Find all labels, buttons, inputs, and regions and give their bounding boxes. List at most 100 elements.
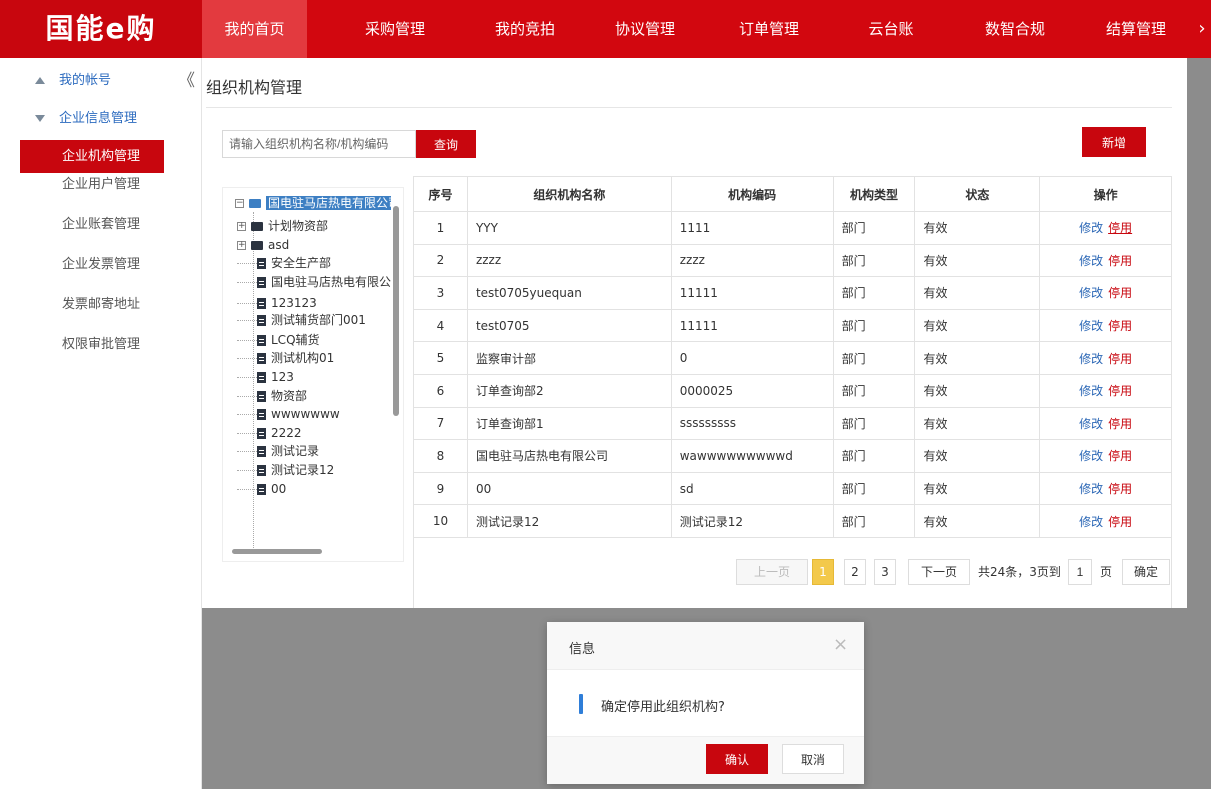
- brand-logo[interactable]: 国能e购: [0, 0, 202, 58]
- sidebar-item-invoices[interactable]: 企业发票管理: [20, 248, 164, 281]
- cell-org-code: sd: [670, 471, 834, 506]
- sidebar-item-users[interactable]: 企业用户管理: [20, 168, 164, 201]
- nav-auction[interactable]: 我的竞拍: [470, 0, 580, 58]
- tree-horizontal-scroll-thumb[interactable]: [232, 549, 322, 554]
- tree-node[interactable]: 物资部: [237, 387, 307, 405]
- table-row: 10 测试记录12 测试记录12 部门 有效 修改 停用: [413, 504, 1172, 538]
- cell-org-name: 监察审计部: [466, 341, 672, 375]
- document-icon: [257, 409, 266, 420]
- document-icon: [257, 298, 266, 309]
- disable-link[interactable]: 停用: [1108, 319, 1132, 333]
- sidebar-group-company[interactable]: 企业信息管理: [35, 107, 137, 126]
- tree-node[interactable]: 00: [237, 480, 286, 498]
- tree-node[interactable]: + asd: [237, 236, 289, 254]
- tree-branch-line: [237, 263, 257, 264]
- collapse-sidebar-icon[interactable]: 《: [178, 66, 195, 91]
- cell-org-name: test0705yuequan: [466, 276, 672, 310]
- disable-link[interactable]: 停用: [1108, 286, 1132, 300]
- tree-branch-line: [237, 340, 257, 341]
- search-input[interactable]: [222, 130, 416, 158]
- tree-node-label: 安全生产部: [271, 256, 332, 270]
- expand-node-icon[interactable]: +: [237, 222, 246, 231]
- tree-node[interactable]: 123123: [237, 294, 317, 312]
- edit-link[interactable]: 修改: [1079, 482, 1103, 496]
- nav-more-arrow-icon[interactable]: ›: [1193, 0, 1211, 58]
- disable-link[interactable]: 停用: [1108, 254, 1132, 268]
- collapse-node-icon[interactable]: −: [235, 199, 244, 208]
- edit-link[interactable]: 修改: [1079, 286, 1103, 300]
- disable-link[interactable]: 停用: [1108, 449, 1132, 463]
- tree-node[interactable]: 123: [237, 368, 294, 386]
- nav-ledger[interactable]: 云台账: [836, 0, 946, 58]
- disable-link[interactable]: 停用: [1108, 482, 1132, 496]
- close-icon[interactable]: ×: [833, 634, 848, 655]
- nav-orders[interactable]: 订单管理: [714, 0, 824, 58]
- edit-link[interactable]: 修改: [1079, 449, 1103, 463]
- tree-node[interactable]: LCQ辅货: [237, 331, 320, 349]
- nav-agreement[interactable]: 协议管理: [590, 0, 700, 58]
- edit-link[interactable]: 修改: [1079, 221, 1103, 235]
- edit-link[interactable]: 修改: [1079, 319, 1103, 333]
- disable-link[interactable]: 停用: [1108, 417, 1132, 431]
- nav-compliance[interactable]: 数智合规: [960, 0, 1070, 58]
- cell-status: 有效: [914, 439, 1041, 473]
- next-page-button[interactable]: 下一页: [908, 559, 970, 585]
- col-header-type: 机构类型: [832, 176, 916, 212]
- sidebar-item-invoice-address[interactable]: 发票邮寄地址: [20, 288, 164, 321]
- org-tree[interactable]: − 国电驻马店热电有限公司 + 计划物资部 + asd 安全生产部国电驻马店热电有限公 12…: [222, 187, 404, 562]
- tree-node[interactable]: 国电驻马店热电有限公: [237, 273, 391, 291]
- col-header-code: 机构编码: [670, 176, 834, 212]
- cell-org-code: 1111: [670, 211, 834, 245]
- tree-node[interactable]: wwwwwww: [237, 405, 340, 423]
- table-row: 2 zzzz zzzz 部门 有效 修改 停用: [413, 243, 1172, 278]
- tree-branch-line: [237, 433, 257, 434]
- disable-link[interactable]: 停用: [1108, 221, 1132, 235]
- col-header-status: 状态: [914, 176, 1041, 212]
- add-button[interactable]: 新增: [1082, 127, 1146, 157]
- document-icon: [257, 335, 266, 346]
- sidebar-group-account[interactable]: 我的帐号: [35, 69, 111, 88]
- tree-node[interactable]: + 计划物资部: [237, 217, 328, 235]
- prev-page-button[interactable]: 上一页: [736, 559, 808, 585]
- disable-link[interactable]: 停用: [1108, 515, 1132, 529]
- nav-settlement[interactable]: 结算管理: [1081, 0, 1191, 58]
- search-button[interactable]: 查询: [416, 130, 476, 158]
- folder-open-icon: [249, 199, 261, 208]
- page-2-button[interactable]: 2: [844, 559, 866, 585]
- edit-link[interactable]: 修改: [1079, 417, 1103, 431]
- edit-link[interactable]: 修改: [1079, 515, 1103, 529]
- expand-node-icon[interactable]: +: [237, 241, 246, 250]
- tree-root-node[interactable]: − 国电驻马店热电有限公司: [235, 194, 391, 212]
- edit-link[interactable]: 修改: [1079, 254, 1103, 268]
- tree-node-label: 国电驻马店热电有限公: [271, 275, 392, 289]
- cell-org-type: 部门: [832, 504, 916, 538]
- page-jump-input[interactable]: [1068, 559, 1092, 585]
- tree-vertical-scroll-thumb[interactable]: [393, 206, 399, 416]
- disable-link[interactable]: 停用: [1108, 384, 1132, 398]
- cell-org-name: YYY: [466, 211, 672, 245]
- tree-node[interactable]: 测试记录: [237, 442, 319, 460]
- disable-link[interactable]: 停用: [1108, 352, 1132, 366]
- folder-icon: [251, 222, 263, 231]
- tree-node[interactable]: 测试辅货部门001: [237, 311, 366, 329]
- sidebar-item-permission-approval[interactable]: 权限审批管理: [20, 328, 164, 361]
- tree-node-label: 物资部: [271, 389, 308, 403]
- dialog-confirm-button[interactable]: 确认: [706, 744, 768, 774]
- page-1-button[interactable]: 1: [812, 559, 834, 585]
- sidebar-item-account-sets[interactable]: 企业账套管理: [20, 208, 164, 241]
- edit-link[interactable]: 修改: [1079, 384, 1103, 398]
- edit-link[interactable]: 修改: [1079, 352, 1103, 366]
- cell-org-type: 部门: [832, 471, 916, 506]
- dialog-cancel-button[interactable]: 取消: [782, 744, 844, 774]
- tree-node[interactable]: 测试机构01: [237, 349, 334, 367]
- cell-actions: 修改 停用: [1039, 504, 1172, 538]
- tree-node[interactable]: 安全生产部: [237, 254, 331, 272]
- nav-procurement[interactable]: 采购管理: [340, 0, 450, 58]
- cell-actions: 修改 停用: [1039, 243, 1172, 278]
- nav-home[interactable]: 我的首页: [202, 0, 307, 58]
- tree-node[interactable]: 测试记录12: [237, 461, 334, 479]
- tree-node[interactable]: 2222: [237, 424, 302, 442]
- document-icon: [257, 446, 266, 457]
- page-3-button[interactable]: 3: [874, 559, 896, 585]
- page-jump-confirm-button[interactable]: 确定: [1122, 559, 1170, 585]
